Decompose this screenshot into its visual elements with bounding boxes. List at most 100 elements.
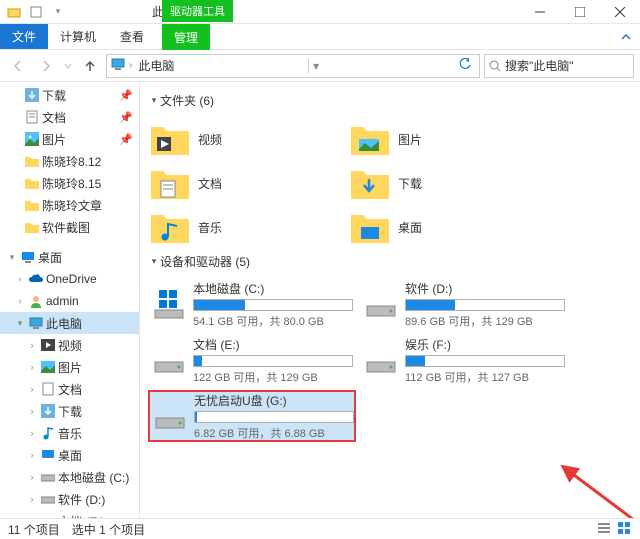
download-icon <box>350 165 390 201</box>
sidebar-item-admin[interactable]: ›admin <box>0 290 139 312</box>
drive-item-f[interactable]: 娱乐 (F:)112 GB 可用，共 127 GB <box>360 334 568 386</box>
chevron-right-icon[interactable]: › <box>26 494 38 504</box>
group-header-folders[interactable]: ▾文件夹 (6) <box>148 92 632 109</box>
chevron-right-icon[interactable]: › <box>26 472 38 482</box>
folder-item-documents[interactable]: 文档 <box>148 161 348 205</box>
pin-icon: 📌 <box>119 111 139 124</box>
sidebar-item-documents[interactable]: ›文档 <box>0 378 139 400</box>
details-view-button[interactable] <box>596 520 612 539</box>
folder-icon <box>24 175 40 191</box>
qat-dropdown-icon[interactable]: ▾ <box>50 4 66 20</box>
chevron-down-icon[interactable]: ▾ <box>14 318 26 329</box>
chevron-right-icon[interactable]: › <box>26 406 38 416</box>
sidebar-item-folder[interactable]: 软件截图 <box>0 216 139 238</box>
properties-icon[interactable] <box>28 4 44 20</box>
chevron-right-icon[interactable]: › <box>26 428 38 438</box>
sidebar-item-drive-d[interactable]: ›软件 (D:) <box>0 488 139 510</box>
status-bar: 11 个项目 选中 1 个项目 <box>0 518 640 539</box>
chevron-right-icon[interactable]: › <box>14 274 26 284</box>
folder-icon <box>24 197 40 213</box>
item-count: 11 个项目 <box>8 521 60 538</box>
tab-computer[interactable]: 计算机 <box>48 24 108 49</box>
tab-file[interactable]: 文件 <box>0 24 48 49</box>
annotation-arrow <box>560 462 640 518</box>
ribbon-collapse-button[interactable] <box>612 24 640 49</box>
up-button[interactable] <box>78 54 102 78</box>
group-header-drives[interactable]: ▾设备和驱动器 (5) <box>148 253 632 270</box>
sidebar-item-downloads[interactable]: 下载📌 <box>0 84 139 106</box>
search-placeholder: 搜索"此电脑" <box>505 57 574 74</box>
minimize-button[interactable] <box>520 0 560 24</box>
sidebar: 下载📌 文档📌 图片📌 陈晓玲8.12 陈晓玲8.15 陈晓玲文章 软件截图 ▾… <box>0 82 140 518</box>
sidebar-item-videos[interactable]: ›视频 <box>0 334 139 356</box>
folder-item-music[interactable]: 音乐 <box>148 205 348 249</box>
close-button[interactable] <box>600 0 640 24</box>
folder-item-videos[interactable]: 视频 <box>148 117 348 161</box>
sidebar-item-desktop[interactable]: ›桌面 <box>0 444 139 466</box>
chevron-down-icon[interactable]: ▾ <box>6 252 18 263</box>
chevron-right-icon[interactable]: › <box>26 450 38 460</box>
sidebar-item-drive-e[interactable]: ›文档 (E:) <box>0 510 139 518</box>
music-icon <box>150 209 190 245</box>
picture-icon <box>24 131 40 147</box>
drive-icon <box>40 491 56 507</box>
usage-bar <box>405 299 565 311</box>
chevron-down-icon: ▾ <box>148 256 160 267</box>
sidebar-item-folder[interactable]: 陈晓玲8.12 <box>0 150 139 172</box>
usage-bar <box>194 411 354 423</box>
sidebar-item-pictures[interactable]: ›图片 <box>0 356 139 378</box>
download-icon <box>24 87 40 103</box>
music-icon <box>40 425 56 441</box>
selection-count: 选中 1 个项目 <box>72 521 145 538</box>
desktop-icon <box>20 249 36 265</box>
drive-item-d[interactable]: 软件 (D:)89.6 GB 可用，共 129 GB <box>360 278 568 330</box>
folder-item-downloads[interactable]: 下载 <box>348 161 548 205</box>
chevron-right-icon[interactable]: › <box>26 362 38 372</box>
back-button[interactable] <box>6 54 30 78</box>
drive-item-g[interactable]: 无忧启动U盘 (G:)6.82 GB 可用，共 6.88 GB <box>148 390 356 442</box>
sidebar-item-drive-c[interactable]: ›本地磁盘 (C:) <box>0 466 139 488</box>
folder-icon <box>24 219 40 235</box>
sidebar-item-folder[interactable]: 陈晓玲8.15 <box>0 172 139 194</box>
breadcrumb-segment[interactable]: 此电脑 <box>136 57 176 74</box>
address-dropdown[interactable]: ▾ <box>308 59 323 73</box>
folder-item-pictures[interactable]: 图片 <box>348 117 548 161</box>
desktop-icon <box>40 447 56 463</box>
recent-dropdown[interactable] <box>62 54 74 78</box>
chevron-right-icon[interactable]: › <box>26 340 38 350</box>
sidebar-item-documents[interactable]: 文档📌 <box>0 106 139 128</box>
address-bar[interactable]: › 此电脑 ▾ <box>106 54 480 78</box>
refresh-button[interactable] <box>455 58 475 73</box>
folder-icon <box>6 4 22 20</box>
drive-item-e[interactable]: 文档 (E:)122 GB 可用，共 129 GB <box>148 334 356 386</box>
sidebar-item-downloads[interactable]: ›下载 <box>0 400 139 422</box>
tiles-view-button[interactable] <box>616 520 632 539</box>
tab-manage[interactable]: 管理 <box>162 24 210 50</box>
sidebar-item-desktop-root[interactable]: ▾桌面 <box>0 246 139 268</box>
sidebar-item-music[interactable]: ›音乐 <box>0 422 139 444</box>
sidebar-item-thispc[interactable]: ▾此电脑 <box>0 312 139 334</box>
chevron-right-icon[interactable]: › <box>129 60 132 71</box>
drive-icon <box>40 513 56 518</box>
user-icon <box>28 293 44 309</box>
tab-view[interactable]: 查看 <box>108 24 156 49</box>
sidebar-item-onedrive[interactable]: ›OneDrive <box>0 268 139 290</box>
search-box[interactable]: 搜索"此电脑" <box>484 54 634 78</box>
search-icon <box>489 60 501 72</box>
document-icon <box>150 165 190 201</box>
sidebar-item-folder[interactable]: 陈晓玲文章 <box>0 194 139 216</box>
picture-icon <box>40 359 56 375</box>
document-icon <box>40 381 56 397</box>
sidebar-item-pictures[interactable]: 图片📌 <box>0 128 139 150</box>
usage-bar <box>193 299 353 311</box>
chevron-right-icon[interactable]: › <box>26 384 38 394</box>
forward-button[interactable] <box>34 54 58 78</box>
chevron-right-icon[interactable]: › <box>14 296 26 306</box>
content-pane: ▾文件夹 (6) 视频 图片 文档 下载 音乐 桌面 ▾设备和驱动器 (5) 本… <box>140 82 640 518</box>
maximize-button[interactable] <box>560 0 600 24</box>
folder-item-desktop[interactable]: 桌面 <box>348 205 548 249</box>
drive-item-c[interactable]: 本地磁盘 (C:)54.1 GB 可用，共 80.0 GB <box>148 278 356 330</box>
chevron-right-icon[interactable]: › <box>26 516 38 518</box>
drive-icon <box>153 344 185 376</box>
folder-icon <box>24 153 40 169</box>
